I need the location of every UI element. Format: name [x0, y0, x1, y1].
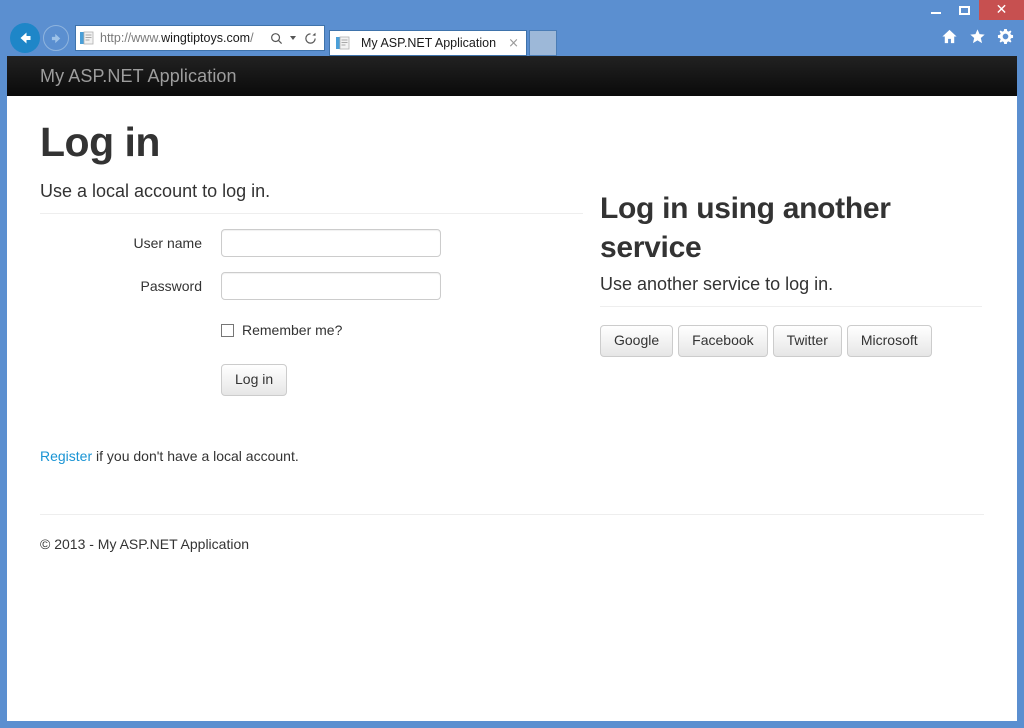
- content-columns: Use a local account to log in. User name…: [40, 181, 984, 464]
- tab-my-asp-net-application[interactable]: My ASP.NET Application ×: [329, 30, 527, 56]
- page-favicon-icon: [79, 30, 95, 46]
- local-login-divider: [40, 213, 583, 214]
- search-icon[interactable]: [266, 32, 286, 45]
- external-provider-buttons: Google Facebook Twitter Microsoft: [600, 325, 982, 357]
- provider-button-microsoft[interactable]: Microsoft: [847, 325, 932, 357]
- password-label: Password: [40, 278, 221, 294]
- favorites-star-icon[interactable]: [969, 28, 986, 45]
- forward-arrow-icon: [49, 31, 64, 46]
- window-controls: ✕: [921, 0, 1024, 20]
- browser-window: ✕ http:: [0, 0, 1024, 728]
- register-link[interactable]: Register: [40, 448, 92, 464]
- close-icon: ✕: [996, 3, 1008, 17]
- register-line: Register if you don't have a local accou…: [40, 448, 583, 464]
- forward-button[interactable]: [43, 25, 69, 51]
- minimize-button[interactable]: [921, 0, 950, 20]
- home-icon[interactable]: [941, 28, 958, 45]
- settings-gear-icon[interactable]: [997, 28, 1014, 45]
- login-button[interactable]: Log in: [221, 364, 287, 396]
- new-tab-button[interactable]: [529, 30, 557, 56]
- tab-close-icon[interactable]: ×: [505, 36, 522, 51]
- form-spacer: [40, 364, 221, 396]
- maximize-icon: [959, 6, 970, 15]
- close-button[interactable]: ✕: [979, 0, 1024, 20]
- chevron-down-icon[interactable]: [290, 36, 296, 40]
- footer-copyright: © 2013 - My ASP.NET Application: [40, 536, 984, 552]
- remember-me-row: Remember me?: [40, 322, 583, 338]
- register-hint-text: if you don't have a local account.: [92, 448, 299, 464]
- page-container: Log in Use a local account to log in. Us…: [7, 120, 1017, 552]
- remember-me-checkbox[interactable]: [221, 324, 234, 337]
- submit-row: Log in: [40, 364, 583, 396]
- username-label: User name: [40, 235, 221, 251]
- tab-favicon-icon: [335, 35, 351, 51]
- window-titlebar: ✕: [0, 0, 1024, 20]
- page-title: Log in: [40, 120, 984, 165]
- provider-button-google[interactable]: Google: [600, 325, 673, 357]
- external-login-divider: [600, 306, 982, 307]
- refresh-icon[interactable]: [300, 32, 320, 45]
- browser-action-icons: [941, 28, 1014, 45]
- page-viewport: My ASP.NET Application Log in Use a loca…: [7, 56, 1017, 721]
- back-arrow-icon: [16, 29, 34, 47]
- username-form-row: User name: [40, 229, 583, 257]
- local-login-section: Use a local account to log in. User name…: [40, 181, 583, 464]
- provider-button-facebook[interactable]: Facebook: [678, 325, 767, 357]
- external-login-subtitle: Use another service to log in.: [600, 274, 982, 295]
- minimize-icon: [931, 12, 941, 14]
- password-form-row: Password: [40, 272, 583, 300]
- site-navbar: My ASP.NET Application: [7, 56, 1017, 96]
- local-login-subtitle: Use a local account to log in.: [40, 181, 583, 202]
- remember-me-label[interactable]: Remember me?: [242, 322, 342, 338]
- maximize-button[interactable]: [950, 0, 979, 20]
- browser-toolbar: http://www.wingtiptoys.com/: [0, 20, 1024, 56]
- provider-button-twitter[interactable]: Twitter: [773, 325, 842, 357]
- address-bar[interactable]: http://www.wingtiptoys.com/: [75, 25, 325, 51]
- footer-divider: [40, 514, 984, 515]
- address-bar-url: http://www.wingtiptoys.com/: [100, 31, 266, 45]
- tab-title: My ASP.NET Application: [361, 36, 505, 50]
- tab-strip: My ASP.NET Application ×: [329, 20, 557, 56]
- username-input[interactable]: [221, 229, 441, 257]
- external-login-heading: Log in using another service: [600, 189, 982, 267]
- back-button[interactable]: [10, 23, 40, 53]
- password-input[interactable]: [221, 272, 441, 300]
- navbar-brand[interactable]: My ASP.NET Application: [7, 66, 237, 87]
- external-login-section: Log in using another service Use another…: [600, 181, 982, 464]
